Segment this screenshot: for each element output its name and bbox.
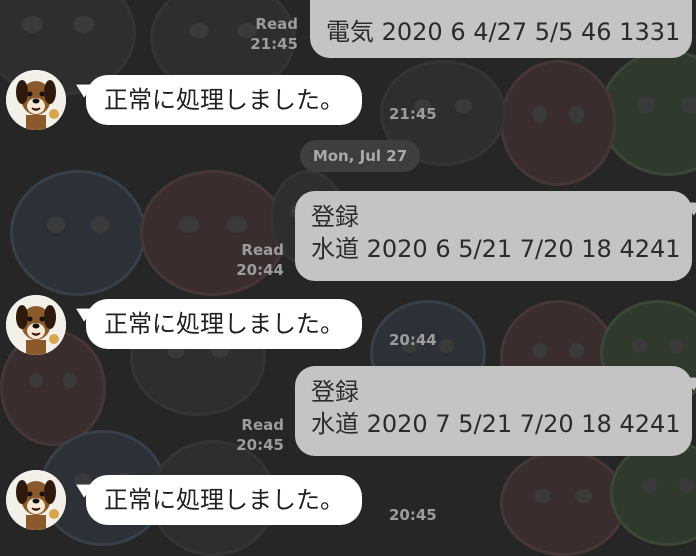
message-time: 20:45 — [389, 506, 437, 524]
message-text: 正常に処理しました。 — [104, 310, 344, 338]
message-text: 正常に処理しました。 — [104, 486, 344, 514]
message-meta: Read 20:45 — [222, 415, 284, 455]
message-time: 20:45 — [236, 436, 284, 454]
chat-area: Read 21:45 電気 2020 6 4/27 5/5 46 1331 正常… — [0, 0, 696, 534]
incoming-message-bubble[interactable]: 正常に処理しました。 — [86, 475, 362, 525]
message-line-2: 水道 2020 6 5/21 7/20 18 4241 — [311, 235, 681, 263]
bot-avatar[interactable] — [6, 470, 66, 530]
message-meta: Read 21:45 — [236, 14, 298, 54]
read-receipt: Read — [241, 416, 284, 434]
outgoing-message-bubble[interactable]: 電気 2020 6 4/27 5/5 46 1331 — [310, 0, 692, 58]
bot-avatar[interactable] — [6, 70, 66, 130]
date-separator: Mon, Jul 27 — [300, 140, 420, 172]
message-line-1 — [326, 0, 676, 16]
message-text: 正常に処理しました。 — [104, 86, 344, 114]
outgoing-message-bubble[interactable]: 登録 水道 2020 6 5/21 7/20 18 4241 — [295, 191, 692, 281]
message-time: 20:44 — [389, 331, 437, 349]
read-receipt: Read — [241, 241, 284, 259]
incoming-message-bubble[interactable]: 正常に処理しました。 — [86, 299, 362, 349]
outgoing-message-bubble[interactable]: 登録 水道 2020 7 5/21 7/20 18 4241 — [295, 366, 692, 456]
dog-mascot-avatar-icon — [6, 70, 66, 130]
dog-mascot-avatar-icon — [6, 470, 66, 530]
message-time: 21:45 — [250, 35, 298, 53]
bot-avatar[interactable] — [6, 295, 66, 355]
message-meta: Read 20:44 — [222, 240, 284, 280]
message-line-2: 水道 2020 7 5/21 7/20 18 4241 — [311, 410, 681, 438]
message-line-1: 登録 — [311, 378, 359, 406]
message-line-1: 登録 — [311, 203, 359, 231]
dog-mascot-avatar-icon — [6, 295, 66, 355]
message-time: 20:44 — [236, 261, 284, 279]
read-receipt: Read — [255, 15, 298, 33]
message-line-2: 電気 2020 6 4/27 5/5 46 1331 — [326, 18, 681, 46]
message-time: 21:45 — [389, 105, 437, 123]
incoming-message-bubble[interactable]: 正常に処理しました。 — [86, 75, 362, 125]
